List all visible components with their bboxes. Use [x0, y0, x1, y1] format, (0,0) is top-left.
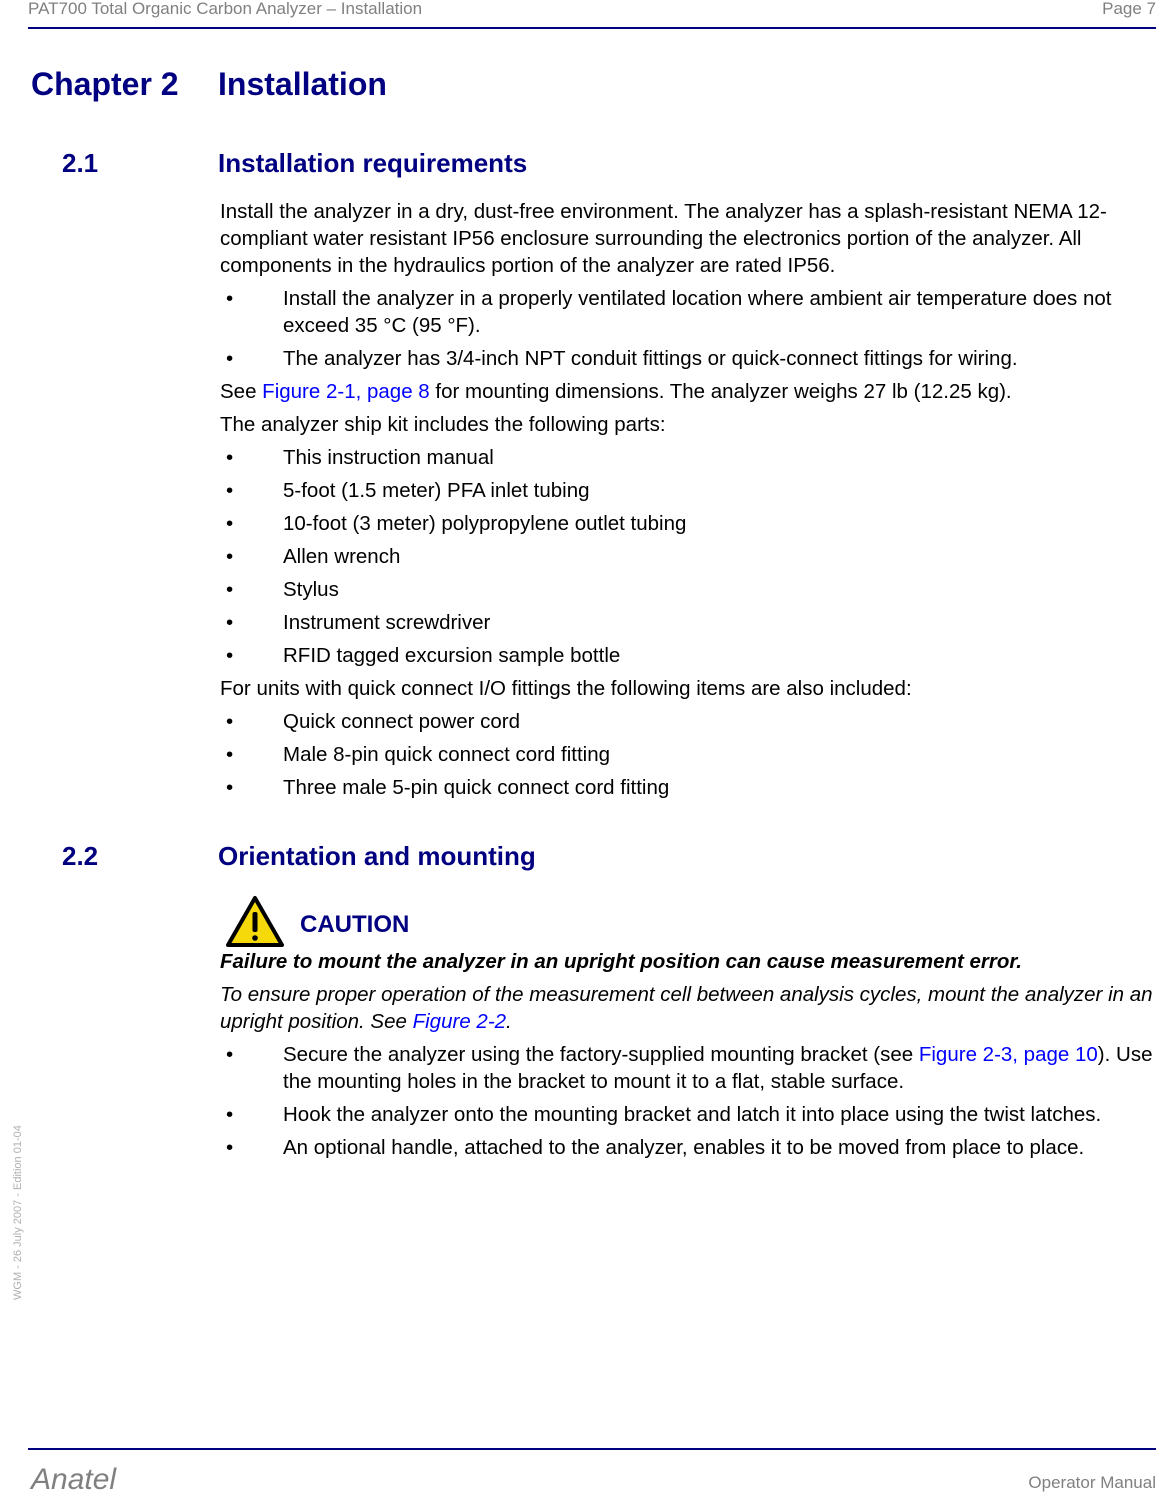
chapter-title: Installation — [218, 66, 387, 102]
bullet-icon: • — [226, 545, 234, 568]
see-figure-paragraph: See Figure 2-1, page 8 for mounting dime… — [220, 380, 1012, 403]
caution-label: CAUTION — [300, 911, 410, 938]
bullet-icon: • — [226, 347, 234, 370]
figure-2-3-link[interactable]: Figure 2-3, page 10 — [919, 1043, 1098, 1066]
intro-paragraph: Install the analyzer in a dry, dust-free… — [220, 200, 1107, 277]
bullet-icon: • — [226, 644, 234, 667]
quick-connect-intro: For units with quick connect I/O fitting… — [220, 677, 912, 700]
list-item: • Stylus — [226, 578, 339, 601]
list-item: • RFID tagged excursion sample bottle — [226, 644, 621, 667]
bullet-icon: • — [226, 743, 234, 766]
section-number: 2.1 — [62, 148, 99, 178]
list-item: • An optional handle, attached to the ana… — [226, 1136, 1085, 1159]
bullet-icon: • — [226, 479, 234, 502]
warning-triangle-icon — [226, 896, 284, 947]
bullet-icon: • — [226, 512, 234, 535]
bullet-icon: • — [226, 287, 234, 310]
section-number: 2.2 — [62, 841, 99, 871]
kit-list: • This instruction manual • 5-foot (1.5 me… — [220, 444, 1156, 669]
bullet-icon: • — [226, 776, 234, 799]
footer-rule — [28, 1448, 1156, 1450]
list-item: • Instrument screwdriver — [226, 611, 491, 634]
section-2-2-body: Failure to mount the analyzer in an upri… — [220, 948, 1156, 1167]
bullet-icon: • — [226, 1043, 234, 1066]
running-header-title: PAT700 Total Organic Carbon Analyzer – I… — [28, 0, 423, 18]
mounting-list: • Secure the analyzer using the factory-s… — [220, 1041, 1156, 1161]
list-item: • The analyzer has 3/4-inch NPT conduit f… — [226, 347, 1018, 370]
bullet-icon: • — [226, 578, 234, 601]
section-heading-2-1: 2.1 Installation requirements — [62, 148, 527, 179]
section-title: Orientation and mounting — [218, 841, 536, 871]
bullet-icon: • — [226, 446, 234, 469]
list-item: • This instruction manual — [226, 446, 494, 469]
section-title: Installation requirements — [218, 148, 528, 178]
kit-intro: The analyzer ship kit includes the follo… — [220, 413, 666, 436]
bullet-icon: • — [226, 710, 234, 733]
quick-connect-list: • Quick connect power cord • Male 8-pin qu… — [220, 708, 1156, 801]
chapter-number: Chapter 2 — [31, 66, 179, 102]
list-item: • Install the analyzer in a properly vent… — [226, 287, 1112, 337]
list-item: • Allen wrench — [226, 545, 401, 568]
chapter-heading: Chapter 2 Installation — [31, 66, 387, 103]
footer-brand: Anatel — [31, 1463, 117, 1496]
footer-doc-title: Operator Manual — [1028, 1473, 1156, 1492]
list-item: • Hook the analyzer onto the mounting bra… — [226, 1103, 1102, 1126]
figure-2-1-link[interactable]: Figure 2-1, page 8 — [262, 380, 430, 403]
bullet-icon: • — [226, 1136, 234, 1159]
requirements-list: • Install the analyzer in a properly vent… — [220, 285, 1156, 372]
bullet-icon: • — [226, 1103, 234, 1126]
header-rule — [28, 27, 1156, 29]
list-item: • Secure the analyzer using the factory-s… — [226, 1043, 1153, 1093]
list-item: • 10-foot (3 meter) polypropylene outlet … — [226, 512, 687, 535]
edition-note: WGM - 26 July 2007 - Edition 01-04 — [12, 1125, 24, 1300]
bullet-icon: • — [226, 611, 234, 634]
list-item: • Quick connect power cord — [226, 710, 521, 733]
list-item: • Three male 5-pin quick connect cord fit… — [226, 776, 670, 799]
section-2-1-body: Install the analyzer in a dry, dust-free… — [220, 198, 1156, 807]
section-heading-2-2: 2.2 Orientation and mounting — [62, 841, 536, 872]
list-item: • Male 8-pin quick connect cord fitting — [226, 743, 611, 766]
caution-explanation: To ensure proper operation of the measur… — [220, 983, 1153, 1033]
list-item: • 5-foot (1.5 meter) PFA inlet tubing — [226, 479, 590, 502]
caution-statement: Failure to mount the analyzer in an upri… — [220, 950, 1022, 973]
figure-2-2-link[interactable]: Figure 2-2 — [413, 1010, 506, 1033]
page-number: Page 7 — [1102, 0, 1156, 18]
